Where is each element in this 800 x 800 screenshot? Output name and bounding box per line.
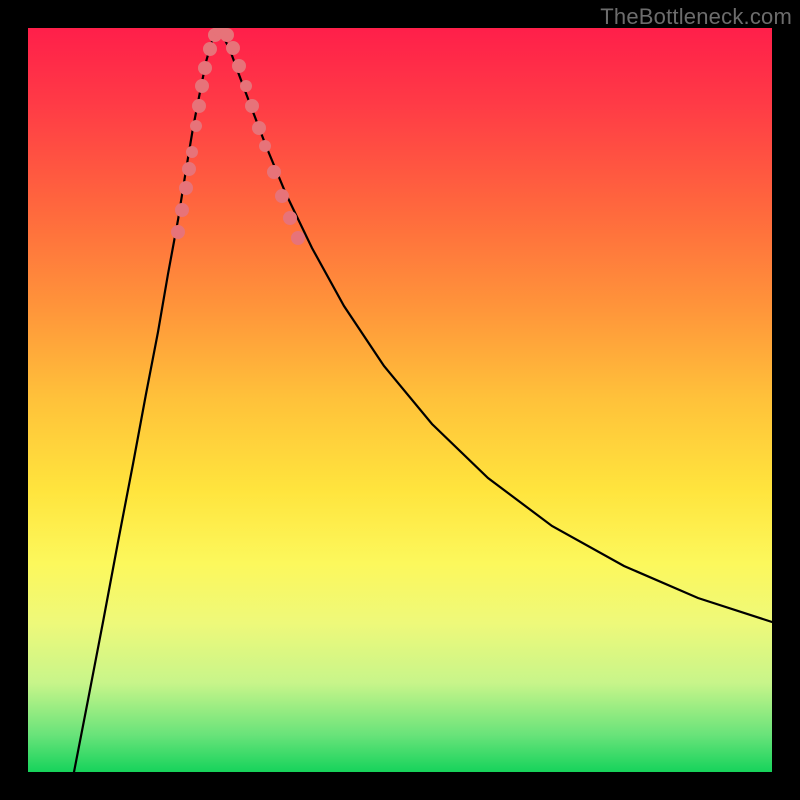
highlight-dot — [175, 203, 189, 217]
highlight-dot — [240, 80, 252, 92]
highlight-dot — [195, 79, 209, 93]
highlight-dot — [192, 99, 206, 113]
watermark-text: TheBottleneck.com — [600, 4, 792, 30]
chart-svg — [28, 28, 772, 772]
highlight-dot — [186, 146, 198, 158]
curve-left-branch — [74, 30, 218, 772]
highlight-dot — [220, 28, 234, 42]
highlight-dot — [283, 211, 297, 225]
highlight-dot — [291, 231, 305, 245]
highlight-dot — [179, 181, 193, 195]
highlight-dot — [252, 121, 266, 135]
highlight-dot — [198, 61, 212, 75]
curve-right-branch — [218, 30, 772, 622]
highlight-dot — [182, 162, 196, 176]
highlight-dot — [275, 189, 289, 203]
highlight-dot — [267, 165, 281, 179]
highlight-dot — [171, 225, 185, 239]
highlight-dot — [203, 42, 217, 56]
highlight-dot — [245, 99, 259, 113]
highlight-dot — [190, 120, 202, 132]
chart-frame — [28, 28, 772, 772]
highlight-dot — [259, 140, 271, 152]
highlight-dot — [226, 41, 240, 55]
highlight-dot — [232, 59, 246, 73]
